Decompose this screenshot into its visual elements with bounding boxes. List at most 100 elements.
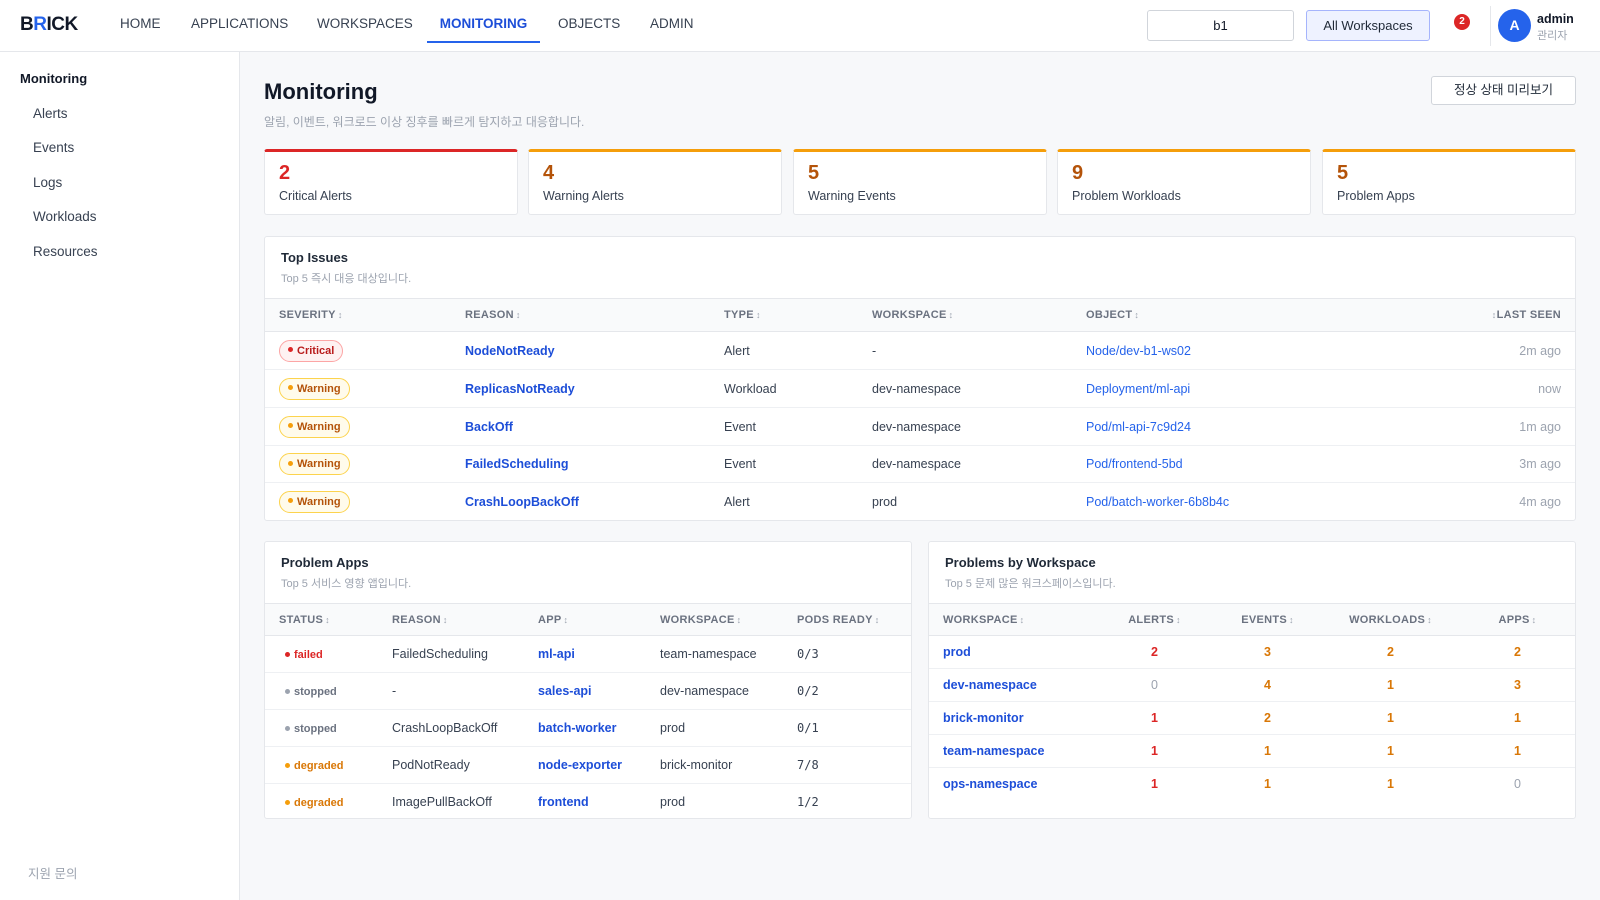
app-link[interactable]: node-exporter (524, 746, 646, 784)
table-row[interactable]: Warning FailedScheduling Event dev-names… (265, 445, 1575, 483)
stat-label: Warning Events (808, 189, 896, 203)
table-row[interactable]: degraded ImagePullBackOff frontend prod … (265, 784, 911, 819)
nav-admin[interactable]: ADMIN (650, 0, 694, 43)
col-type[interactable]: TYPE ↕ (710, 298, 858, 332)
user-avatar[interactable]: A (1498, 9, 1531, 42)
object-link[interactable]: Node/dev-b1-ws02 (1072, 331, 1392, 370)
table-row[interactable]: stopped CrashLoopBackOff batch-worker pr… (265, 709, 911, 747)
healthy-preview-button[interactable]: 정상 상태 미리보기 (1431, 76, 1576, 105)
top-issues-table: SEVERITY ↕ REASON ↕ TYPE ↕ WORKSPACE ↕ OBJEC… (265, 298, 1575, 521)
stat-card-warning-alerts[interactable]: 4 Warning Alerts (528, 149, 782, 215)
table-row[interactable]: ops-namespace 1 1 1 0 (929, 768, 1575, 801)
object-link[interactable]: Pod/batch-worker-6b8b4c (1072, 483, 1392, 521)
col-last-seen[interactable]: ↕LAST SEEN (1392, 298, 1575, 332)
object-link[interactable]: Pod/frontend-5bd (1072, 445, 1392, 483)
stat-card-problem-apps[interactable]: 5 Problem Apps (1322, 149, 1576, 215)
stat-label: Warning Alerts (543, 189, 624, 203)
sidebar-item-alerts[interactable]: Alerts (33, 106, 68, 121)
nav-workspaces[interactable]: WORKSPACES (317, 0, 413, 43)
notification-badge[interactable]: 2 (1454, 14, 1470, 30)
workloads-count: 1 (1321, 668, 1460, 702)
stat-value: 4 (543, 162, 555, 184)
support-link[interactable]: 지원 문의 (28, 863, 77, 882)
reason-cell: CrashLoopBackOff (378, 709, 524, 747)
col-events[interactable]: EVENTS ↕ (1214, 603, 1321, 636)
nav-objects[interactable]: OBJECTS (558, 0, 620, 43)
object-link[interactable]: Deployment/ml-api (1072, 369, 1392, 408)
all-workspaces-button[interactable]: All Workspaces (1306, 10, 1430, 41)
workspace-cell: prod (646, 709, 783, 747)
card-subtitle: Top 5 서비스 영향 앱입니다. (281, 578, 412, 590)
table-row[interactable]: degraded PodNotReady node-exporter brick… (265, 746, 911, 784)
brand-logo[interactable]: BRICK (20, 14, 78, 36)
reason-link[interactable]: CrashLoopBackOff (451, 483, 710, 521)
col-app[interactable]: APP ↕ (524, 603, 646, 636)
col-alerts[interactable]: ALERTS ↕ (1095, 603, 1214, 636)
workspace-link[interactable]: ops-namespace (929, 768, 1095, 801)
app-link[interactable]: batch-worker (524, 709, 646, 747)
workspace-link[interactable]: brick-monitor (929, 701, 1095, 735)
sidebar-item-logs[interactable]: Logs (33, 175, 62, 190)
table-row[interactable]: Warning BackOff Event dev-namespace Pod/… (265, 407, 1575, 446)
col-workspace[interactable]: WORKSPACE ↕ (858, 298, 1072, 332)
app-link[interactable]: ml-api (524, 635, 646, 673)
stat-card-critical-alerts[interactable]: 2 Critical Alerts (264, 149, 518, 215)
col-reason[interactable]: REASON ↕ (378, 603, 524, 636)
table-row[interactable]: prod 2 3 2 2 (929, 635, 1575, 669)
col-workspace[interactable]: WORKSPACE ↕ (646, 603, 783, 636)
events-count: 4 (1214, 668, 1321, 702)
pods-ready-cell: 7/8 (783, 746, 911, 784)
events-count: 3 (1214, 635, 1321, 669)
apps-count: 3 (1460, 668, 1575, 702)
user-role: 관리자 (1537, 30, 1568, 42)
table-row[interactable]: stopped - sales-api dev-namespace 0/2 (265, 672, 911, 710)
table-row[interactable]: Warning ReplicasNotReady Workload dev-na… (265, 369, 1575, 408)
col-apps[interactable]: APPS ↕ (1460, 603, 1575, 636)
col-reason[interactable]: REASON ↕ (451, 298, 710, 332)
table-row[interactable]: Warning CrashLoopBackOff Alert prod Pod/… (265, 483, 1575, 521)
reason-link[interactable]: ReplicasNotReady (451, 369, 710, 408)
card-subtitle: Top 5 즉시 대응 대상입니다. (281, 273, 412, 285)
col-pods-ready[interactable]: PODS READY ↕ (783, 603, 911, 636)
table-row[interactable]: Critical NodeNotReady Alert - Node/dev-b… (265, 331, 1575, 370)
col-status[interactable]: STATUS ↕ (265, 603, 378, 636)
table-row[interactable]: team-namespace 1 1 1 1 (929, 734, 1575, 768)
table-row[interactable]: dev-namespace 0 4 1 3 (929, 668, 1575, 702)
alerts-count: 1 (1095, 701, 1214, 735)
apps-count: 1 (1460, 734, 1575, 768)
last-seen-cell: 4m ago (1519, 494, 1561, 509)
workspace-search-input[interactable] (1147, 10, 1294, 41)
sidebar-item-resources[interactable]: Resources (33, 244, 98, 259)
app-link[interactable]: frontend (524, 784, 646, 819)
table-row[interactable]: brick-monitor 1 2 1 1 (929, 701, 1575, 735)
workspace-link[interactable]: prod (929, 635, 1095, 669)
status-badge: failed (279, 649, 323, 661)
sidebar-item-events[interactable]: Events (33, 140, 74, 155)
col-workloads[interactable]: WORKLOADS ↕ (1321, 603, 1460, 636)
stat-label: Problem Workloads (1072, 189, 1181, 203)
col-workspace[interactable]: WORKSPACE ↕ (929, 603, 1095, 636)
app-link[interactable]: sales-api (524, 672, 646, 710)
col-severity[interactable]: SEVERITY ↕ (265, 298, 451, 332)
nav-home[interactable]: HOME (120, 0, 161, 43)
sidebar-item-workloads[interactable]: Workloads (33, 209, 97, 224)
top-issues-card: Top Issues Top 5 즉시 대응 대상입니다. SEVERITY ↕ … (264, 236, 1576, 521)
workspace-link[interactable]: dev-namespace (929, 668, 1095, 702)
reason-cell: FailedScheduling (378, 635, 524, 673)
col-object[interactable]: OBJECT ↕ (1072, 298, 1392, 332)
reason-link[interactable]: NodeNotReady (451, 331, 710, 370)
problem-apps-card: Problem Apps Top 5 서비스 영향 앱입니다. STATUS ↕ … (264, 541, 912, 819)
stat-card-problem-workloads[interactable]: 9 Problem Workloads (1057, 149, 1311, 215)
stat-card-warning-events[interactable]: 5 Warning Events (793, 149, 1047, 215)
object-link[interactable]: Pod/ml-api-7c9d24 (1072, 407, 1392, 446)
table-row[interactable]: failed FailedScheduling ml-api team-name… (265, 635, 911, 673)
reason-link[interactable]: FailedScheduling (451, 445, 710, 483)
problems-by-workspace-card: Problems by Workspace Top 5 문제 많은 워크스페이스… (928, 541, 1576, 819)
nav-monitoring[interactable]: MONITORING (427, 0, 540, 43)
status-badge: degraded (279, 797, 344, 809)
reason-link[interactable]: BackOff (451, 407, 710, 446)
status-badge: stopped (279, 723, 337, 735)
workspace-link[interactable]: team-namespace (929, 734, 1095, 768)
user-name[interactable]: admin (1537, 12, 1574, 26)
nav-applications[interactable]: APPLICATIONS (191, 0, 288, 43)
